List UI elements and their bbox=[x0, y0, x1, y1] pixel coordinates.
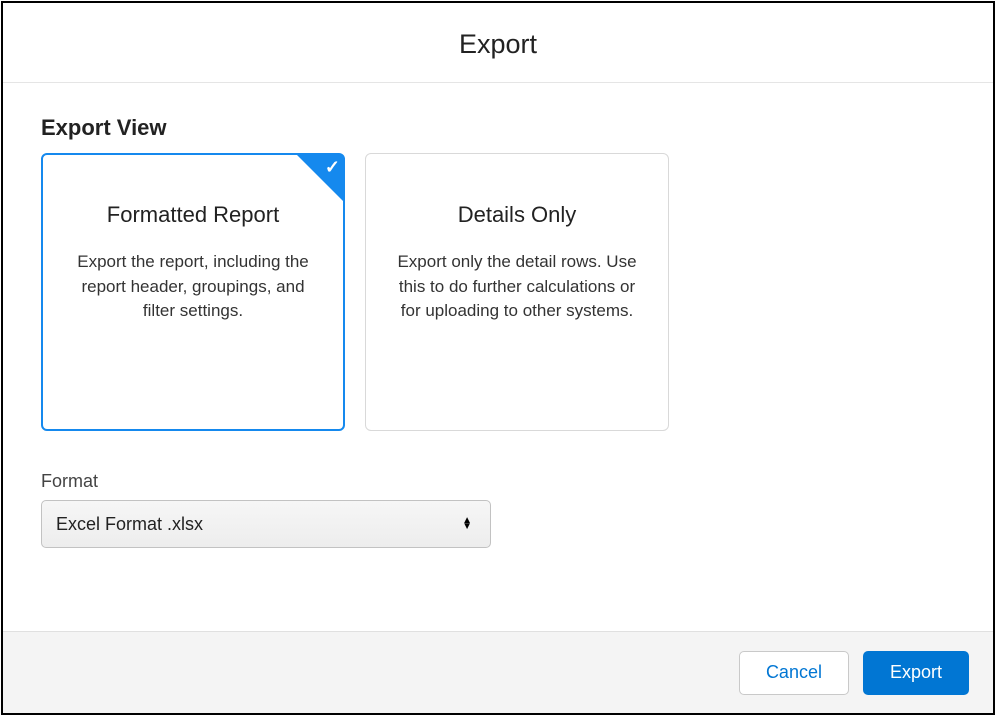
check-icon: ✓ bbox=[325, 157, 340, 178]
format-select-wrapper: Excel Format .xlsx ▲ ▼ bbox=[41, 500, 491, 548]
export-view-section-title: Export View bbox=[41, 115, 955, 141]
option-title: Details Only bbox=[388, 202, 646, 228]
export-dialog: Export Export View ✓ Formatted Report Ex… bbox=[1, 1, 995, 715]
option-title: Formatted Report bbox=[64, 202, 322, 228]
option-details-only[interactable]: Details Only Export only the detail rows… bbox=[365, 153, 669, 431]
format-label: Format bbox=[41, 471, 955, 492]
export-view-options: ✓ Formatted Report Export the report, in… bbox=[41, 153, 955, 431]
export-button[interactable]: Export bbox=[863, 651, 969, 695]
format-select[interactable]: Excel Format .xlsx ▲ ▼ bbox=[41, 500, 491, 548]
option-description: Export only the detail rows. Use this to… bbox=[388, 250, 646, 324]
dialog-title: Export bbox=[3, 29, 993, 60]
updown-arrows-icon: ▲ ▼ bbox=[462, 518, 472, 530]
selected-corner-badge: ✓ bbox=[297, 155, 343, 201]
option-description: Export the report, including the report … bbox=[64, 250, 322, 324]
option-formatted-report[interactable]: ✓ Formatted Report Export the report, in… bbox=[41, 153, 345, 431]
cancel-button[interactable]: Cancel bbox=[739, 651, 849, 695]
dialog-footer: Cancel Export bbox=[3, 631, 993, 713]
dialog-content: Export View ✓ Formatted Report Export th… bbox=[3, 83, 993, 631]
dialog-header: Export bbox=[3, 3, 993, 83]
format-selected-value: Excel Format .xlsx bbox=[56, 514, 203, 535]
